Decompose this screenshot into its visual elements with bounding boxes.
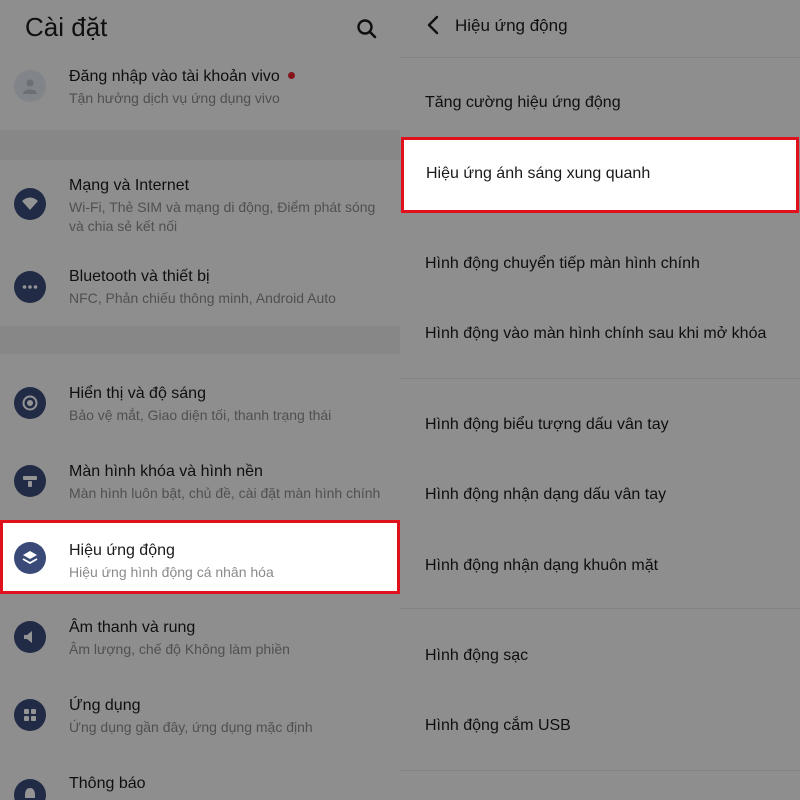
settings-item-apps[interactable]: Ứng dụng Ứng dụng gần đây, ứng dụng mặc …	[0, 684, 400, 748]
back-arrow-icon[interactable]	[424, 13, 444, 37]
avatar-icon	[14, 70, 46, 102]
bell-icon	[14, 779, 46, 800]
animations-pane: Hiệu ứng động Tăng cường hiệu ứng động H…	[400, 0, 800, 800]
option-ambient-light-effect[interactable]: Hiệu ứng ánh sáng xung quanh	[401, 137, 799, 213]
settings-item-network[interactable]: Mạng và Internet Wi-Fi, Thẻ SIM và mạng …	[0, 165, 400, 243]
page-title: Cài đặt	[25, 12, 108, 42]
divider	[400, 770, 800, 771]
option-home-transition[interactable]: Hình động chuyển tiếp màn hình chính	[425, 255, 700, 273]
item-title: Hiển thị và độ sáng	[69, 385, 206, 402]
layers-icon	[14, 542, 46, 574]
settings-item-animations[interactable]: Hiệu ứng động Hiệu ứng hình động cá nhân…	[0, 520, 400, 594]
option-label: Hiệu ứng ánh sáng xung quanh	[426, 165, 651, 182]
item-subtitle: Màn hình luôn bật, chủ đề, cài đặt màn h…	[69, 485, 381, 501]
speaker-icon	[14, 621, 46, 653]
item-subtitle: Ứng dụng gần đây, ứng dụng mặc định	[69, 719, 313, 735]
item-title: Thông báo	[69, 775, 146, 792]
item-title: Ứng dụng	[69, 697, 141, 714]
option-charging-animation[interactable]: Hình động sạc	[425, 647, 528, 665]
option-face-recognition-animation[interactable]: Hình động nhận dạng khuôn mặt	[425, 557, 658, 575]
settings-header: Cài đặt	[0, 0, 400, 60]
more-dots-icon	[14, 271, 46, 303]
divider	[400, 608, 800, 609]
divider	[400, 57, 800, 58]
page-title: Hiệu ứng động	[455, 16, 568, 35]
search-icon[interactable]	[354, 16, 380, 42]
item-title: Mạng và Internet	[69, 177, 190, 194]
wifi-icon	[14, 188, 46, 220]
settings-item-sound[interactable]: Âm thanh và rung Âm lượng, chế độ Không …	[0, 606, 400, 670]
apps-grid-icon	[14, 699, 46, 731]
item-title: Bluetooth và thiết bị	[69, 268, 210, 285]
settings-item-display[interactable]: Hiển thị và độ sáng Bảo vệ mắt, Giao diệ…	[0, 372, 400, 436]
item-subtitle: Wi-Fi, Thẻ SIM và mạng di động, Điểm phá…	[69, 199, 376, 234]
option-enhance-animations[interactable]: Tăng cường hiệu ứng động	[425, 94, 621, 112]
notification-dot	[288, 72, 295, 79]
settings-item-animations-content: Hiệu ứng động Hiệu ứng hình động cá nhân…	[3, 523, 397, 591]
option-fingerprint-icon-animation[interactable]: Hình động biểu tượng dấu vân tay	[425, 416, 669, 434]
lock-screen-icon	[14, 465, 46, 497]
option-fingerprint-recognition-animation[interactable]: Hình động nhận dạng dấu vân tay	[425, 486, 666, 504]
account-row[interactable]: Đăng nhập vào tài khoản vivo Tận hưởng d…	[0, 62, 400, 122]
account-subtitle: Tận hưởng dịch vụ ứng dụng vivo	[69, 90, 280, 106]
settings-item-bluetooth[interactable]: Bluetooth và thiết bị NFC, Phản chiếu th…	[0, 255, 400, 320]
account-title: Đăng nhập vào tài khoản vivo	[69, 68, 280, 85]
option-unlock-home-animation[interactable]: Hình động vào màn hình chính sau khi mở …	[425, 325, 766, 343]
section-divider	[0, 130, 400, 160]
dim-overlay	[400, 0, 800, 800]
section-divider	[0, 326, 400, 354]
animations-header: Hiệu ứng động	[400, 0, 800, 55]
display-icon	[14, 387, 46, 419]
item-subtitle: Bảo vệ mắt, Giao diện tối, thanh trạng t…	[69, 407, 332, 423]
item-subtitle: Âm lượng, chế độ Không làm phiền	[69, 641, 290, 657]
item-title: Âm thanh và rung	[69, 619, 196, 636]
settings-item-notifications[interactable]: Thông báo	[0, 762, 400, 800]
settings-item-lockscreen[interactable]: Màn hình khóa và hình nền Màn hình luôn …	[0, 450, 400, 514]
settings-pane: Cài đặt Đăng nhập vào tài khoản vivo Tận…	[0, 0, 400, 800]
item-subtitle: Hiệu ứng hình động cá nhân hóa	[69, 564, 274, 580]
item-title: Hiệu ứng động	[69, 542, 175, 559]
option-usb-animation[interactable]: Hình động cắm USB	[425, 717, 571, 735]
item-title: Màn hình khóa và hình nền	[69, 463, 263, 480]
item-subtitle: NFC, Phản chiếu thông minh, Android Auto	[69, 290, 336, 306]
divider	[400, 378, 800, 379]
